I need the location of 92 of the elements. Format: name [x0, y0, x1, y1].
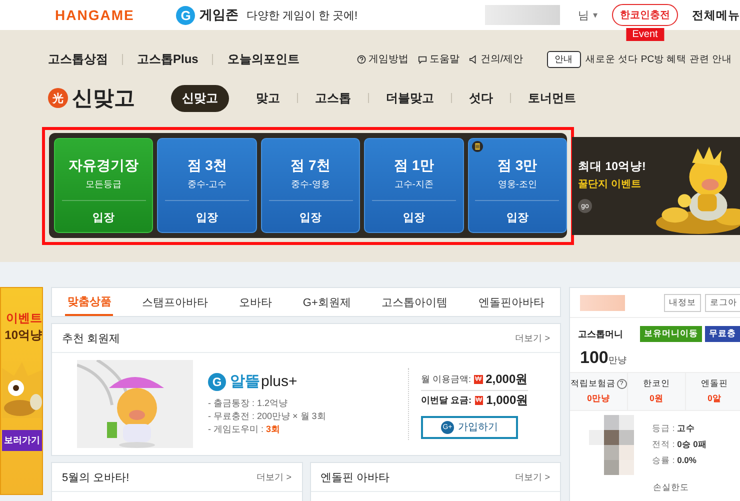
blurred-username: [580, 294, 625, 310]
card-heading: 5월의 오바타!: [62, 470, 130, 484]
game-tab[interactable]: 고스톱: [304, 84, 362, 112]
game-zone-badge: G: [176, 6, 196, 24]
record-text: 전적 : 0승 0패: [652, 439, 707, 451]
shop-link[interactable]: 고스톱Plus: [137, 50, 198, 68]
card-heading: 엔돌핀 아바타: [320, 470, 390, 484]
price-amount: 2,000원: [486, 371, 528, 388]
feature-text: - 출금통장 : 1.2억냥: [208, 397, 289, 410]
price-label: 이번달 요금:: [421, 394, 472, 407]
account-button[interactable]: 로그아: [705, 294, 740, 312]
feature-text: - 무료충전 : 200만냥 × 월 3회: [208, 410, 327, 423]
room-title: 점 1만: [394, 157, 434, 175]
promo-title: 최대 10억냥!: [578, 160, 647, 174]
room-card[interactable]: 점 3만 영웅-조인 입장: [468, 138, 568, 233]
game-zone-title[interactable]: 게임존: [199, 6, 238, 24]
product-tab[interactable]: G+회원제: [300, 288, 353, 316]
account-button[interactable]: 내정보: [664, 294, 701, 312]
product-tab[interactable]: 오바타: [237, 288, 274, 316]
stat-label: 엔돌핀: [701, 378, 728, 390]
product-tab[interactable]: 고스톱아이템: [380, 288, 450, 316]
help-link[interactable]: 건의/제안: [480, 52, 524, 66]
tagline: 다양한 게임이 한 곳에!: [246, 8, 358, 22]
more-link[interactable]: 더보기 >: [256, 470, 292, 484]
enter-label: 입장: [402, 211, 425, 225]
game-tab[interactable]: 맞고: [245, 84, 291, 112]
banner-text: 이벤트: [6, 310, 42, 327]
money-amount: 100: [580, 348, 608, 368]
record-text: 승률 : 0.0%: [652, 455, 698, 467]
promo-subtitle: 꿀단지 이벤트: [578, 178, 642, 191]
money-action-button[interactable]: 무료충: [705, 326, 740, 342]
dropdown-caret[interactable]: ▾: [593, 10, 598, 20]
room-title: 자유경기장: [68, 157, 139, 175]
room-title: 점 7천: [290, 157, 330, 175]
room-card[interactable]: 점 7천 중수-영웅 입장: [260, 138, 360, 233]
speech-bubble-icon: [418, 54, 428, 64]
enter-label: 입장: [92, 211, 115, 225]
megaphone-icon: [469, 54, 478, 64]
room-card[interactable]: 점 1만 고수-지존 입장: [364, 138, 464, 233]
room-card[interactable]: 자유경기장 모든등급 입장: [54, 138, 154, 233]
enter-label: 입장: [300, 211, 322, 225]
notice-badge: 안내: [546, 50, 581, 68]
money-label: 고스톱머니: [578, 328, 623, 340]
event-side-banner[interactable]: 이벤트 10억냥 보러가기: [0, 287, 43, 495]
notice-link[interactable]: 새로운 섯다 PC방 혜택 관련 안내: [586, 52, 732, 66]
card-heading: 추천 회원제: [62, 332, 120, 346]
product-tab[interactable]: 엔돌핀아바타: [476, 288, 547, 316]
room-grade: 중수-고수: [188, 178, 227, 191]
stat-value: 0원: [650, 393, 664, 405]
money-action-button[interactable]: 보유머니이동: [640, 326, 702, 342]
shop-link[interactable]: 고스톱상점: [48, 50, 108, 68]
money-unit: 만냥: [608, 354, 626, 367]
banner-text: 10억냥: [4, 327, 42, 344]
help-link[interactable]: 게임방법: [368, 52, 408, 66]
event-tag: Event: [626, 28, 664, 41]
room-grade: 영웅-조인: [498, 178, 537, 191]
price-label: 월 이용금액:: [421, 373, 472, 386]
game-tab[interactable]: 신맞고: [171, 84, 229, 112]
stat-value: 0만냥: [587, 393, 610, 405]
room-grade: 중수-영웅: [291, 178, 330, 191]
coin-charge-button[interactable]: 한코인충전: [612, 4, 678, 26]
view-button[interactable]: 보러가기: [2, 430, 42, 451]
room-card[interactable]: 점 3천 중수-고수 입장: [157, 138, 257, 233]
stat-label: 한코인: [643, 378, 670, 390]
stat-label: 적립보험금: [570, 378, 616, 390]
question-icon: [357, 54, 366, 64]
brand-suffix: plus+: [261, 373, 298, 390]
room-title: 점 3천: [187, 157, 227, 175]
help-link[interactable]: 도움말: [429, 52, 460, 66]
user-suffix: 님: [578, 8, 589, 22]
stat-value: 0알: [708, 393, 722, 405]
enter-label: 입장: [196, 211, 218, 225]
brand-name: 알뜰: [230, 372, 260, 391]
product-tab[interactable]: 스탬프아바타: [140, 288, 210, 316]
feature-text: - 게임도우미 : 3회: [208, 423, 282, 436]
game-tab[interactable]: 토너먼트: [517, 84, 587, 112]
price-amount: 1,000원: [486, 392, 528, 409]
enter-label: 입장: [506, 211, 528, 225]
all-menu-link[interactable]: 전체메뉴: [692, 8, 740, 22]
room-grade: 고수-지존: [394, 178, 434, 191]
game-tab[interactable]: 섯다: [458, 84, 504, 112]
room-title: 점 3만: [497, 157, 538, 175]
game-tab[interactable]: 더블맞고: [375, 84, 445, 112]
record-text: 등급 : 고수: [652, 423, 696, 435]
game-title: 신맞고: [72, 86, 135, 112]
game-emblem: 光: [48, 88, 68, 108]
shop-link[interactable]: 오늘의포인트: [227, 50, 300, 68]
room-grade: 모든등급: [86, 178, 122, 191]
brand-badge: G: [208, 372, 226, 390]
loss-limit-label: 손실한도: [653, 482, 689, 492]
more-link[interactable]: 더보기 >: [515, 332, 550, 344]
more-link[interactable]: 더보기 >: [515, 470, 550, 484]
